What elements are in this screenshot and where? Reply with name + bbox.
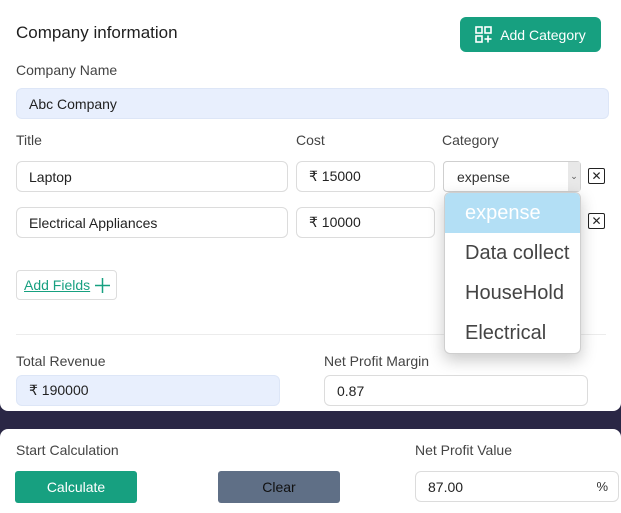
chevron-down-icon[interactable]: ⌄ [568,162,580,191]
title-column-label: Title [16,132,42,148]
category-column-label: Category [442,132,499,148]
percent-unit: % [596,479,608,494]
category-selected-value: expense [457,168,510,185]
net-profit-value: 87.00 [428,478,464,495]
dropdown-option-expense[interactable]: expense [445,193,580,233]
total-revenue-label: Total Revenue [16,353,106,369]
company-name-value: Abc Company [29,95,117,112]
net-profit-margin-value: 0.87 [337,382,365,399]
remove-row-2-button[interactable]: ✕ [588,213,605,229]
close-icon: ✕ [591,169,602,183]
page-title: Company information [16,23,178,42]
title-input-row-2[interactable]: Electrical Appliances [16,207,288,238]
net-profit-value-field: 87.00 % [415,471,619,502]
dropdown-option-household[interactable]: HouseHold [445,273,580,313]
calculate-button[interactable]: Calculate [15,471,137,503]
category-dropdown[interactable]: expense Data collect HouseHold Electrica… [444,192,581,354]
total-revenue-field: ₹ 190000 [16,375,280,406]
remove-row-1-button[interactable]: ✕ [588,168,605,184]
clear-button[interactable]: Clear [218,471,340,503]
company-info-card: Company information Add Category Company… [0,0,621,411]
add-category-button[interactable]: Add Category [460,17,601,52]
cost-input-row-2[interactable]: ₹ 10000 [296,207,435,238]
company-name-label: Company Name [16,62,118,78]
cost-input-row-1[interactable]: ₹ 15000 [296,161,435,192]
net-profit-value-label: Net Profit Value [415,442,513,458]
company-name-input[interactable]: Abc Company [16,88,609,119]
category-select-row-1[interactable]: expense ⌄ [443,161,581,192]
net-profit-margin-field: 0.87 [324,375,588,406]
add-fields-label: Add Fields [24,277,91,293]
title-value: Laptop [29,168,72,185]
start-calculation-label: Start Calculation [16,442,119,458]
total-revenue-value: ₹ 190000 [29,382,89,398]
title-input-row-1[interactable]: Laptop [16,161,288,192]
close-icon: ✕ [591,214,602,228]
net-profit-margin-label: Net Profit Margin [324,353,430,369]
plus-icon [95,277,111,293]
cost-value: ₹ 10000 [309,214,361,230]
dropdown-option-data-collect[interactable]: Data collect [445,233,580,273]
title-value: Electrical Appliances [29,214,158,231]
dropdown-option-electrical[interactable]: Electrical [445,313,580,353]
cost-column-label: Cost [296,132,325,148]
add-category-label: Add Category [500,26,586,43]
add-fields-button[interactable]: Add Fields [16,270,117,300]
cost-value: ₹ 15000 [309,168,361,184]
add-grid-icon [475,26,492,43]
